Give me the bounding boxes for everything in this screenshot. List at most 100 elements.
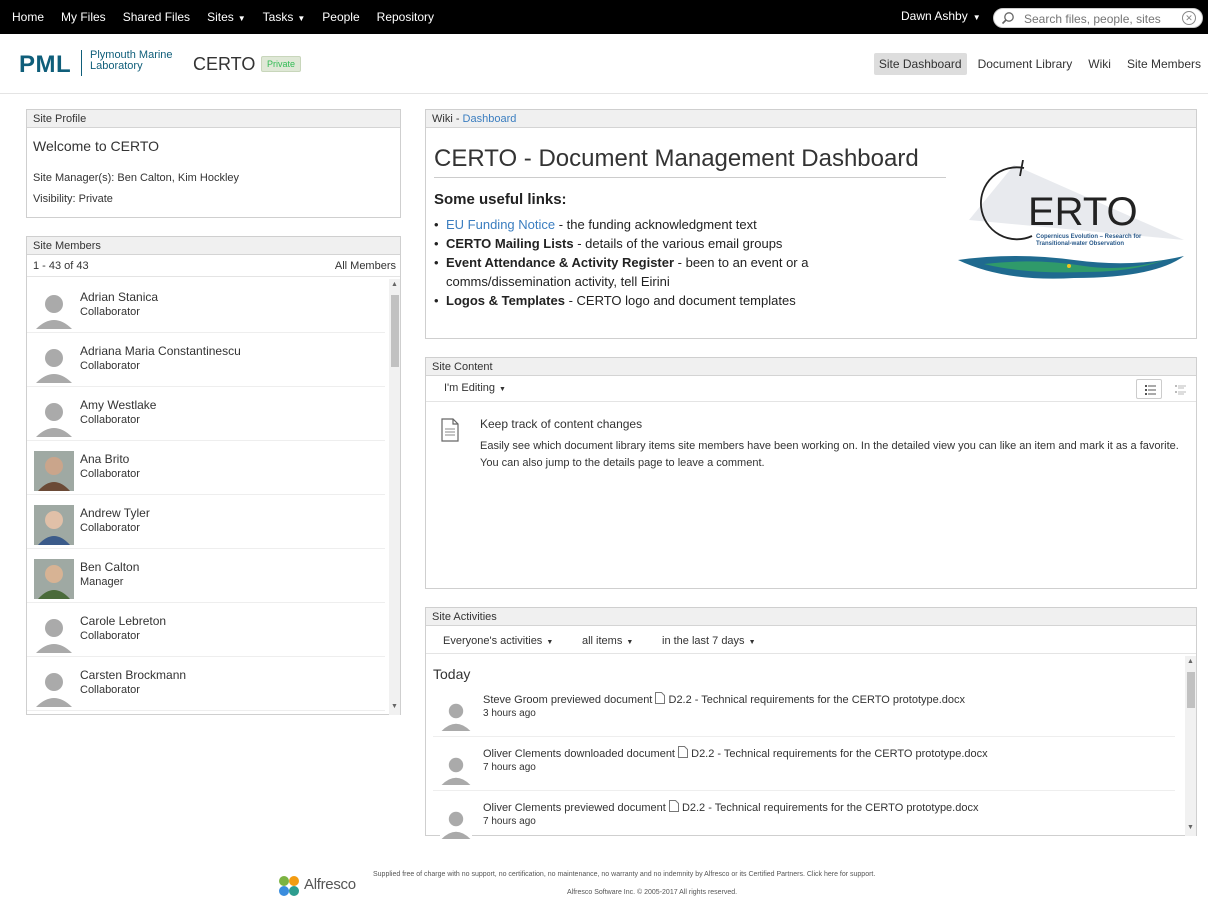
scroll-up-icon[interactable]: ▲ xyxy=(1187,658,1194,665)
site-title[interactable]: CERTO xyxy=(193,54,255,75)
tab-site-members[interactable]: Site Members xyxy=(1122,53,1206,75)
wiki-heading: CERTO - Document Management Dashboard xyxy=(434,145,919,172)
nav-tasks-label: Tasks xyxy=(262,10,294,24)
list-item[interactable]: Adrian Stanica Collaborator xyxy=(27,279,385,333)
caret-down-icon: ▼ xyxy=(748,639,756,646)
nav-home[interactable]: Home xyxy=(12,10,44,24)
tab-site-dashboard[interactable]: Site Dashboard xyxy=(873,53,967,75)
member-role: Collaborator xyxy=(80,306,140,318)
list-item[interactable]: Amy Westlake Collaborator xyxy=(27,387,385,441)
user-name: Dawn Ashby xyxy=(901,9,968,23)
activity-document-link[interactable]: D2.2 - Technical requirements for the CE… xyxy=(669,694,966,706)
list-view-glyph xyxy=(1145,385,1156,395)
avatar[interactable] xyxy=(34,397,74,437)
nav-repository[interactable]: Repository xyxy=(377,10,434,24)
scroll-down-icon[interactable]: ▼ xyxy=(1187,824,1194,831)
document-icon xyxy=(441,418,459,442)
avatar[interactable] xyxy=(34,505,74,545)
activities-scrollbar[interactable]: ▲ ▼ xyxy=(1185,656,1196,836)
member-name[interactable]: Andrew Tyler xyxy=(80,506,150,520)
list-item[interactable]: Ana Brito Collaborator xyxy=(27,441,385,495)
member-role: Manager xyxy=(80,576,124,588)
member-name[interactable]: Carole Lebreton xyxy=(80,614,166,628)
wiki-dashlet: Wiki - Dashboard CERTO - Document Manage… xyxy=(425,109,1197,339)
list-item[interactable]: Andrew Tyler Collaborator xyxy=(27,495,385,549)
tab-wiki[interactable]: Wiki xyxy=(1083,53,1116,75)
activity-action: Oliver Clements downloaded document xyxy=(483,748,675,760)
content-filter-dropdown[interactable]: I'm Editing ▼ xyxy=(444,382,506,394)
support-notice[interactable]: Supplied free of charge with no support,… xyxy=(373,871,875,878)
member-role: Collaborator xyxy=(80,522,140,534)
activity-document-link[interactable]: D2.2 - Technical requirements for the CE… xyxy=(691,748,988,760)
activity-range-filter[interactable]: in the last 7 days ▼ xyxy=(662,635,756,647)
search-input[interactable] xyxy=(1024,11,1174,26)
member-name[interactable]: Carsten Brockmann xyxy=(80,668,186,682)
activity-document-link[interactable]: D2.2 - Technical requirements for the CE… xyxy=(682,802,979,814)
nav-tasks[interactable]: Tasks ▼ xyxy=(263,10,306,24)
avatar[interactable] xyxy=(34,559,74,599)
detailed-view-icon[interactable] xyxy=(1166,379,1192,399)
avatar[interactable] xyxy=(440,699,472,731)
link-logos-templates[interactable]: Logos & Templates xyxy=(446,293,565,308)
list-item[interactable]: Ben Calton Manager xyxy=(27,549,385,603)
member-name[interactable]: Ana Brito xyxy=(80,452,129,466)
avatar[interactable] xyxy=(34,451,74,491)
content-filter-bar: I'm Editing ▼ xyxy=(426,376,1196,402)
nav-shared-files[interactable]: Shared Files xyxy=(123,10,190,24)
avatar[interactable] xyxy=(34,613,74,653)
all-members-link[interactable]: All Members xyxy=(335,260,396,272)
logo-divider xyxy=(81,50,82,76)
avatar[interactable] xyxy=(34,343,74,383)
site-content-dashlet: Site Content I'm Editing ▼ Keep track of … xyxy=(425,357,1197,589)
wiki-subheading: Some useful links: xyxy=(434,191,567,208)
app-nav: Home My Files Shared Files Sites ▼ Tasks ▼… xyxy=(12,0,451,34)
caret-down-icon: ▼ xyxy=(546,639,554,646)
dashlet-title: Site Activities xyxy=(426,608,1196,626)
member-name[interactable]: Ben Calton xyxy=(80,560,139,574)
wiki-page-link[interactable]: Dashboard xyxy=(463,113,517,125)
avatar[interactable] xyxy=(34,667,74,707)
detailed-view-glyph xyxy=(1175,385,1186,395)
activity-user-filter[interactable]: Everyone's activities ▼ xyxy=(443,635,553,647)
tab-document-library[interactable]: Document Library xyxy=(973,53,1078,75)
link-eu-funding[interactable]: EU Funding Notice xyxy=(446,217,555,232)
nav-people[interactable]: People xyxy=(322,10,359,24)
list-item[interactable]: Carole Lebreton Collaborator xyxy=(27,603,385,657)
activity-type-filter-label: all items xyxy=(582,635,623,647)
list-item[interactable]: Carsten Brockmann Collaborator xyxy=(27,657,385,711)
link-event-register[interactable]: Event Attendance & Activity Register xyxy=(446,255,674,270)
scroll-up-icon[interactable]: ▲ xyxy=(391,281,398,288)
member-name[interactable]: Adriana Maria Constantinescu xyxy=(80,344,241,358)
avatar[interactable] xyxy=(440,807,472,839)
logo-word: ERTO xyxy=(1028,190,1138,234)
scroll-thumb[interactable] xyxy=(1187,672,1195,708)
scroll-thumb[interactable] xyxy=(391,295,399,367)
site-profile-dashlet: Site Profile Welcome to CERTO Site Manag… xyxy=(26,109,401,218)
dashlet-title: Site Content xyxy=(426,358,1196,376)
avatar[interactable] xyxy=(34,289,74,329)
member-name[interactable]: Adrian Stanica xyxy=(80,290,158,304)
clear-icon[interactable]: ✕ xyxy=(1182,11,1196,25)
activity-item: Steve Groom previewed document D2.2 - Te… xyxy=(426,687,1186,741)
nav-sites[interactable]: Sites ▼ xyxy=(207,10,246,24)
alfresco-brand[interactable]: Alfresco xyxy=(304,876,356,893)
list-view-icon[interactable] xyxy=(1136,379,1162,399)
user-menu[interactable]: Dawn Ashby ▼ xyxy=(901,9,981,23)
list-item[interactable]: Adriana Maria Constantinescu Collaborator xyxy=(27,333,385,387)
link-mailing-lists[interactable]: CERTO Mailing Lists xyxy=(446,236,574,251)
scroll-down-icon[interactable]: ▼ xyxy=(391,703,398,710)
activity-type-filter[interactable]: all items ▼ xyxy=(582,635,633,647)
content-filter-label: I'm Editing xyxy=(444,382,496,394)
member-name[interactable]: Amy Westlake xyxy=(80,398,156,412)
nav-my-files[interactable]: My Files xyxy=(61,10,106,24)
footer: Alfresco Supplied free of charge with no… xyxy=(0,861,1208,899)
activity-item: Oliver Clements downloaded document D2.2… xyxy=(426,741,1186,795)
search-icon[interactable] xyxy=(1001,11,1015,25)
members-scrollbar[interactable]: ▲ ▼ xyxy=(389,279,400,715)
avatar[interactable] xyxy=(440,753,472,785)
member-role: Collaborator xyxy=(80,684,140,696)
empty-state-text: Easily see which document library items … xyxy=(480,440,1179,469)
member-role: Collaborator xyxy=(80,468,140,480)
pml-logo[interactable]: PML xyxy=(19,51,71,79)
list-item: Logos & Templates - CERTO logo and docum… xyxy=(434,291,864,310)
